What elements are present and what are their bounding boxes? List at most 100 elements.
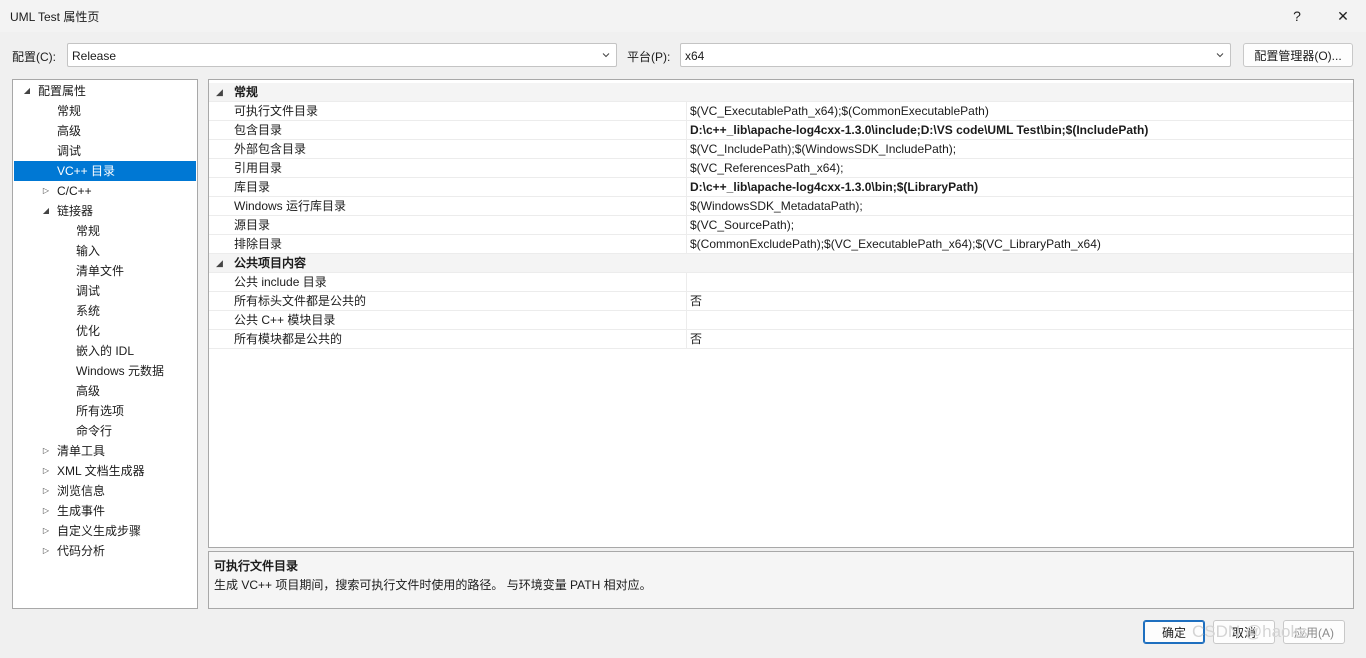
tree-item-label: 生成事件 [57, 504, 106, 518]
collapsed-arrow-icon[interactable]: ▷ [41, 501, 51, 521]
tree-item-label: 常规 [57, 104, 82, 118]
grid-property-name: 外部包含目录 [234, 142, 307, 156]
tree-item[interactable]: ▷ 清单工具 [14, 441, 196, 461]
apply-button[interactable]: 应用(A) [1283, 620, 1345, 644]
grid-category-row[interactable]: ◢ 常规 [209, 83, 1353, 102]
tree-item[interactable]: ▷ 代码分析 [14, 541, 196, 561]
grid-property-row[interactable]: Windows 运行库目录 $(WindowsSDK_MetadataPath); [209, 197, 1353, 216]
collapsed-arrow-icon[interactable]: ▷ [41, 541, 51, 561]
grid-property-value[interactable]: $(VC_IncludePath);$(WindowsSDK_IncludePa… [690, 140, 956, 159]
title-bar: UML Test 属性页 ? ✕ [0, 0, 1366, 32]
grid-property-row[interactable]: 包含目录 D:\c++_lib\apache-log4cxx-1.3.0\incl… [209, 121, 1353, 140]
grid-property-name: 公共 C++ 模块目录 [234, 313, 336, 327]
description-title: 可执行文件目录 [214, 559, 299, 573]
grid-property-value[interactable]: $(CommonExcludePath);$(VC_ExecutablePath… [690, 235, 1101, 254]
tree-item[interactable]: 命令行 [14, 421, 196, 441]
help-button[interactable]: ? [1274, 0, 1320, 32]
collapsed-arrow-icon[interactable]: ▷ [41, 521, 51, 541]
collapsed-arrow-icon[interactable]: ▷ [41, 181, 51, 201]
grid-property-value[interactable]: $(VC_ReferencesPath_x64); [690, 159, 843, 178]
column-divider [686, 216, 687, 235]
grid-property-name: 可执行文件目录 [234, 104, 319, 118]
grid-property-name: 排除目录 [234, 237, 283, 251]
grid-property-value[interactable]: $(WindowsSDK_MetadataPath); [690, 197, 863, 216]
column-divider [686, 311, 687, 330]
grid-category-row[interactable]: ◢ 公共项目内容 [209, 254, 1353, 273]
grid-property-name: 引用目录 [234, 161, 283, 175]
grid-property-row[interactable]: 可执行文件目录 $(VC_ExecutablePath_x64);$(Common… [209, 102, 1353, 121]
grid-property-name: 所有标头文件都是公共的 [234, 294, 367, 308]
tree-item[interactable]: 高级 [14, 121, 196, 141]
collapsed-arrow-icon[interactable]: ▷ [41, 481, 51, 501]
tree-item-label: VC++ 目录 [57, 164, 116, 178]
tree-item[interactable]: 清单文件 [14, 261, 196, 281]
close-button[interactable]: ✕ [1320, 0, 1366, 32]
tree-item[interactable]: 输入 [14, 241, 196, 261]
category-tree: ◢ 配置属性 常规 高级 调试 VC++ 目录 ▷ C/C++ ◢ 链接器 常规 输入 清单文件 调试 系统… [12, 79, 198, 609]
tree-item[interactable]: 常规 [14, 221, 196, 241]
tree-item-label: 配置属性 [38, 84, 87, 98]
tree-item[interactable]: 常规 [14, 101, 196, 121]
description-text: 生成 VC++ 项目期间，搜索可执行文件时使用的路径。 与环境变量 PATH 相… [214, 578, 652, 592]
collapsed-arrow-icon[interactable]: ▷ [41, 461, 51, 481]
tree-item[interactable]: 调试 [14, 141, 196, 161]
grid-property-row[interactable]: 所有模块都是公共的 否 [209, 330, 1353, 349]
config-label: 配置(C): [12, 50, 56, 64]
tree-item[interactable]: ▷ 自定义生成步骤 [14, 521, 196, 541]
tree-item[interactable]: ▷ C/C++ [14, 181, 196, 201]
grid-property-row[interactable]: 库目录 D:\c++_lib\apache-log4cxx-1.3.0\bin;$… [209, 178, 1353, 197]
grid-property-value[interactable]: 否 [690, 292, 702, 311]
config-dropdown[interactable]: Release [67, 43, 617, 67]
grid-property-row[interactable]: 公共 include 目录 [209, 273, 1353, 292]
tree-item-label: 系统 [76, 304, 101, 318]
grid-property-row[interactable]: 排除目录 $(CommonExcludePath);$(VC_Executable… [209, 235, 1353, 254]
grid-property-row[interactable]: 源目录 $(VC_SourcePath); [209, 216, 1353, 235]
platform-value: x64 [685, 49, 705, 63]
tree-item[interactable]: 系统 [14, 301, 196, 321]
grid-property-row[interactable]: 公共 C++ 模块目录 [209, 311, 1353, 330]
tree-item[interactable]: 高级 [14, 381, 196, 401]
tree-item[interactable]: Windows 元数据 [14, 361, 196, 381]
tree-item[interactable]: 调试 [14, 281, 196, 301]
tree-item[interactable]: 嵌入的 IDL [14, 341, 196, 361]
window-title: UML Test 属性页 [10, 10, 100, 24]
column-divider [686, 330, 687, 349]
collapsed-arrow-icon[interactable]: ▷ [41, 441, 51, 461]
tree-item-label: 代码分析 [57, 544, 106, 558]
column-divider [686, 159, 687, 178]
cancel-button[interactable]: 取消 [1213, 620, 1275, 644]
expanded-arrow-icon[interactable]: ◢ [22, 81, 32, 101]
grid-property-row[interactable]: 引用目录 $(VC_ReferencesPath_x64); [209, 159, 1353, 178]
tree-item-label: 输入 [76, 244, 101, 258]
tree-item-label: 调试 [76, 284, 101, 298]
expanded-arrow-icon[interactable]: ◢ [216, 83, 223, 102]
grid-property-name: Windows 运行库目录 [234, 199, 347, 213]
grid-property-value[interactable]: D:\c++_lib\apache-log4cxx-1.3.0\include;… [690, 121, 1148, 140]
tree-item-label: 浏览信息 [57, 484, 106, 498]
grid-property-value[interactable]: 否 [690, 330, 702, 349]
column-divider [686, 292, 687, 311]
grid-property-value[interactable]: $(VC_ExecutablePath_x64);$(CommonExecuta… [690, 102, 989, 121]
tree-item[interactable]: ▷ 浏览信息 [14, 481, 196, 501]
tree-item[interactable]: ◢ 配置属性 [14, 81, 196, 101]
tree-item[interactable]: ◢ 链接器 [14, 201, 196, 221]
tree-item[interactable]: ▷ XML 文档生成器 [14, 461, 196, 481]
grid-property-row[interactable]: 所有标头文件都是公共的 否 [209, 292, 1353, 311]
ok-button[interactable]: 确定 [1143, 620, 1205, 644]
tree-item[interactable]: ▷ 生成事件 [14, 501, 196, 521]
tree-item-label: 常规 [76, 224, 101, 238]
platform-dropdown[interactable]: x64 [680, 43, 1231, 67]
expanded-arrow-icon[interactable]: ◢ [216, 254, 223, 273]
property-grid: ◢ 常规可执行文件目录 $(VC_ExecutablePath_x64);$(Com… [208, 79, 1354, 548]
expanded-arrow-icon[interactable]: ◢ [41, 201, 51, 221]
tree-item[interactable]: 所有选项 [14, 401, 196, 421]
column-divider [686, 121, 687, 140]
grid-property-row[interactable]: 外部包含目录 $(VC_IncludePath);$(WindowsSDK_Inc… [209, 140, 1353, 159]
tree-item[interactable]: VC++ 目录 [14, 161, 196, 181]
config-manager-button[interactable]: 配置管理器(O)... [1243, 43, 1353, 67]
tree-item-label: 嵌入的 IDL [76, 344, 135, 358]
grid-property-value[interactable]: D:\c++_lib\apache-log4cxx-1.3.0\bin;$(Li… [690, 178, 978, 197]
grid-property-value[interactable]: $(VC_SourcePath); [690, 216, 794, 235]
tree-item[interactable]: 优化 [14, 321, 196, 341]
column-divider [686, 102, 687, 121]
